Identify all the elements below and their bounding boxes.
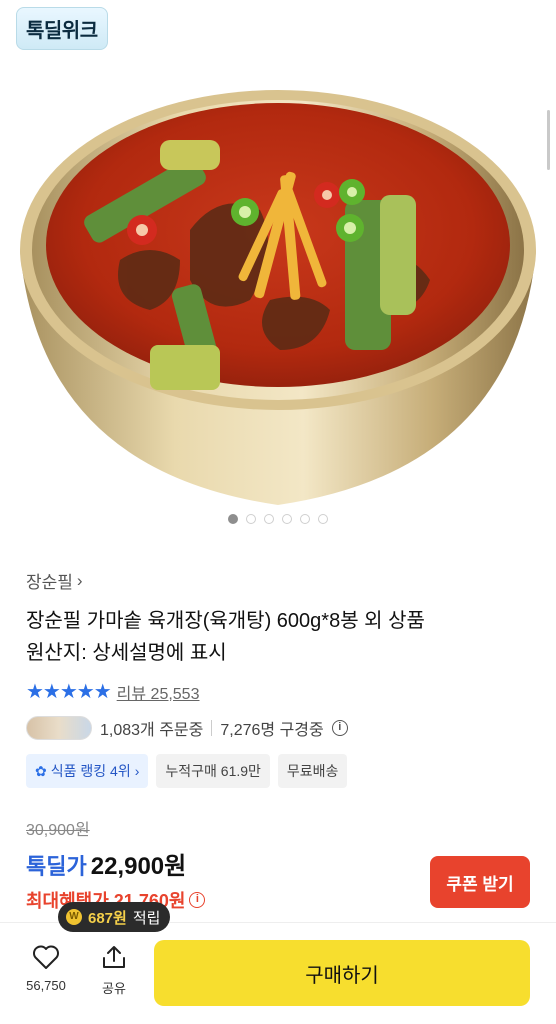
orders-in-progress: 1,083개 주문중 (100, 722, 204, 739)
get-coupon-button[interactable]: 쿠폰 받기 (430, 856, 530, 908)
carousel-dot[interactable] (282, 514, 292, 524)
heart-icon (33, 945, 59, 969)
carousel-dot[interactable] (228, 514, 238, 524)
carousel-dot[interactable] (300, 514, 310, 524)
reward-amount: 687원 (88, 909, 127, 927)
reward-suffix: 적립 (132, 909, 161, 927)
review-count-link[interactable]: 리뷰 25,553 (117, 680, 200, 704)
product-info: 장순필 › 장순필 가마솥 육개장(육개탕) 600g*8봉 외 상품 원산지:… (26, 568, 530, 788)
brand-name: 장순필 (26, 573, 73, 592)
info-icon[interactable]: i (189, 892, 206, 908)
product-image (20, 90, 536, 505)
tokdeal-week-badge: 톡딜위크 (16, 7, 108, 50)
chevron-right-icon: › (76, 570, 83, 590)
buy-button[interactable]: 구매하기 (154, 940, 530, 1006)
chevron-right-icon: › (134, 763, 140, 779)
like-count: 56,750 (26, 978, 66, 993)
reward-tooltip: W 687원 적립 (58, 902, 171, 932)
cumulative-purchase-tag: 누적구매 61.9만 (156, 754, 270, 788)
food-ranking-tag[interactable]: ✿ 식품 랭킹 4위 › (26, 754, 149, 788)
deal-price: 22,900원 (90, 853, 187, 880)
product-image-carousel[interactable]: 톡딜위크 (0, 0, 556, 540)
tag-row: ✿ 식품 랭킹 4위 › 누적구매 61.9만 무료배송 (26, 754, 530, 788)
info-icon[interactable]: i (331, 720, 348, 736)
viewers-count: 7,276명 구경중 (220, 722, 324, 739)
rating-row[interactable]: ★★★★★ 리뷰 25,553 (26, 679, 530, 704)
deal-price-label: 톡딜가 (26, 854, 87, 879)
share-icon (103, 946, 125, 968)
like-button[interactable]: 56,750 (16, 944, 76, 993)
product-title-line: 장순필 가마솥 육개장(육개탕) 600g*8봉 외 상품 (26, 610, 425, 632)
carousel-dot[interactable] (246, 514, 256, 524)
ranking-badge-icon: ✿ (35, 762, 47, 779)
divider (211, 720, 213, 736)
order-status-row: 1,083개 주문중 7,276명 구경중 i (26, 716, 530, 740)
free-shipping-tag: 무료배송 (277, 754, 348, 788)
ranking-label: 식품 랭킹 4위 (50, 763, 131, 779)
original-price: 30,900원 (26, 822, 90, 839)
buyer-thumbnails (26, 716, 92, 740)
carousel-dot[interactable] (264, 514, 274, 524)
star-rating-icon: ★★★★★ (26, 681, 112, 703)
scrollbar[interactable] (547, 110, 550, 170)
share-button[interactable]: 공유 (84, 944, 144, 997)
share-label: 공유 (102, 981, 126, 996)
brand-link[interactable]: 장순필 › (26, 568, 530, 593)
coin-icon: W (66, 909, 82, 925)
carousel-dots (0, 514, 556, 524)
origin-line: 원산지: 상세설명에 표시 (26, 642, 227, 664)
carousel-dot[interactable] (318, 514, 328, 524)
product-title: 장순필 가마솥 육개장(육개탕) 600g*8봉 외 상품 원산지: 상세설명에… (26, 605, 530, 669)
